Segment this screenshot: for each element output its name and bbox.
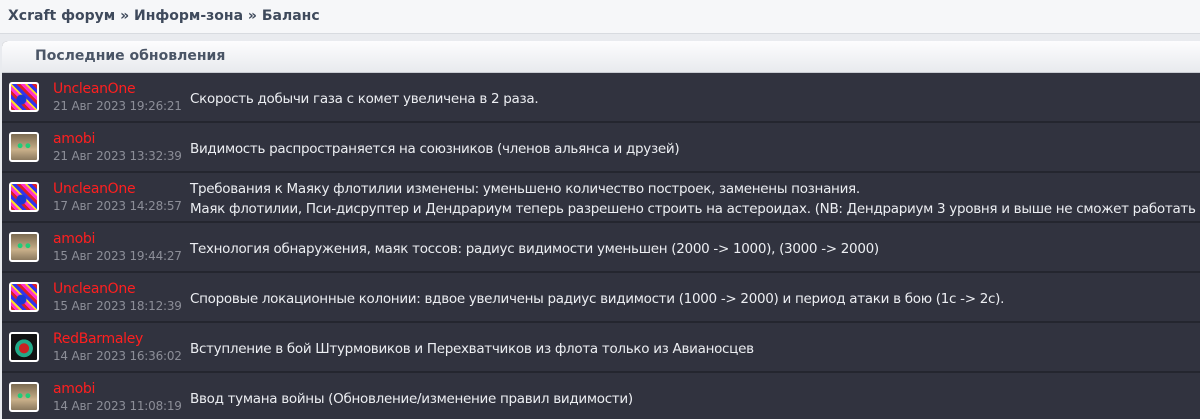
user-link[interactable]: RedBarmaley xyxy=(53,331,143,347)
user-link[interactable]: amobi xyxy=(53,381,95,397)
user-link[interactable]: UncleanOne xyxy=(53,281,136,297)
update-line: Ввод тумана войны (Обновление/изменение … xyxy=(190,391,633,407)
timestamp: 14 Авг 2023 16:36:02 xyxy=(53,349,182,363)
timestamp: 15 Авг 2023 18:12:39 xyxy=(53,299,182,313)
list-item: amobi 15 Авг 2023 19:44:27 Технология об… xyxy=(2,223,1200,273)
update-line: Требования к Маяку флотилии изменены: ум… xyxy=(190,181,860,197)
avatar[interactable] xyxy=(9,282,39,312)
update-text: Вступление в бой Штурмовиков и Перехватч… xyxy=(190,339,754,359)
timestamp: 15 Авг 2023 19:44:27 xyxy=(53,249,182,263)
list-item: UncleanOne 17 Авг 2023 14:28:57 Требован… xyxy=(2,173,1200,223)
update-line: Маяк флотилии, Пси-дисруптер и Дендрариу… xyxy=(190,201,1200,217)
timestamp: 21 Авг 2023 19:26:21 xyxy=(53,99,182,113)
user-link[interactable]: UncleanOne xyxy=(53,181,136,197)
update-line: Споровые локационные колонии: вдвое увел… xyxy=(190,291,1005,307)
update-text: Скорость добычи газа с комет увеличена в… xyxy=(190,89,539,109)
update-text: Требования к Маяку флотилии изменены: ум… xyxy=(190,179,1200,219)
update-text: Ввод тумана войны (Обновление/изменение … xyxy=(190,389,633,409)
avatar[interactable] xyxy=(9,132,39,162)
update-text: Технология обнаружения, маяк тоссов: рад… xyxy=(190,239,879,259)
avatar[interactable] xyxy=(9,232,39,262)
update-line: Технология обнаружения, маяк тоссов: рад… xyxy=(190,241,879,257)
user-link[interactable]: amobi xyxy=(53,131,95,147)
updates-list: UncleanOne 21 Авг 2023 19:26:21 Скорость… xyxy=(2,73,1200,419)
update-line: Видимость распространяется на союзников … xyxy=(190,141,680,157)
timestamp: 17 Авг 2023 14:28:57 xyxy=(53,199,182,213)
list-item: amobi 21 Авг 2023 13:32:39 Видимость рас… xyxy=(2,123,1200,173)
user-link[interactable]: UncleanOne xyxy=(53,81,136,97)
list-item: UncleanOne 15 Авг 2023 18:12:39 Споровые… xyxy=(2,273,1200,323)
breadcrumb[interactable]: Xcraft форум » Информ-зона » Баланс xyxy=(0,0,1200,34)
avatar[interactable] xyxy=(9,82,39,112)
updates-panel: Последние обновления UncleanOne 21 Авг 2… xyxy=(2,41,1200,419)
avatar[interactable] xyxy=(9,332,39,362)
list-item: RedBarmaley 14 Авг 2023 16:36:02 Вступле… xyxy=(2,323,1200,373)
timestamp: 21 Авг 2023 13:32:39 xyxy=(53,149,182,163)
list-item: UncleanOne 21 Авг 2023 19:26:21 Скорость… xyxy=(2,73,1200,123)
update-text: Споровые локационные колонии: вдвое увел… xyxy=(190,289,1004,309)
avatar[interactable] xyxy=(9,182,39,212)
timestamp: 14 Авг 2023 11:08:19 xyxy=(53,399,182,413)
update-line: Скорость добычи газа с комет увеличена в… xyxy=(190,91,539,107)
update-line: Вступление в бой Штурмовиков и Перехватч… xyxy=(190,341,754,357)
list-item: amobi 14 Авг 2023 11:08:19 Ввод тумана в… xyxy=(2,373,1200,419)
user-link[interactable]: amobi xyxy=(53,231,95,247)
panel-title: Последние обновления xyxy=(2,41,1200,73)
avatar[interactable] xyxy=(9,382,39,412)
update-text: Видимость распространяется на союзников … xyxy=(190,139,680,159)
